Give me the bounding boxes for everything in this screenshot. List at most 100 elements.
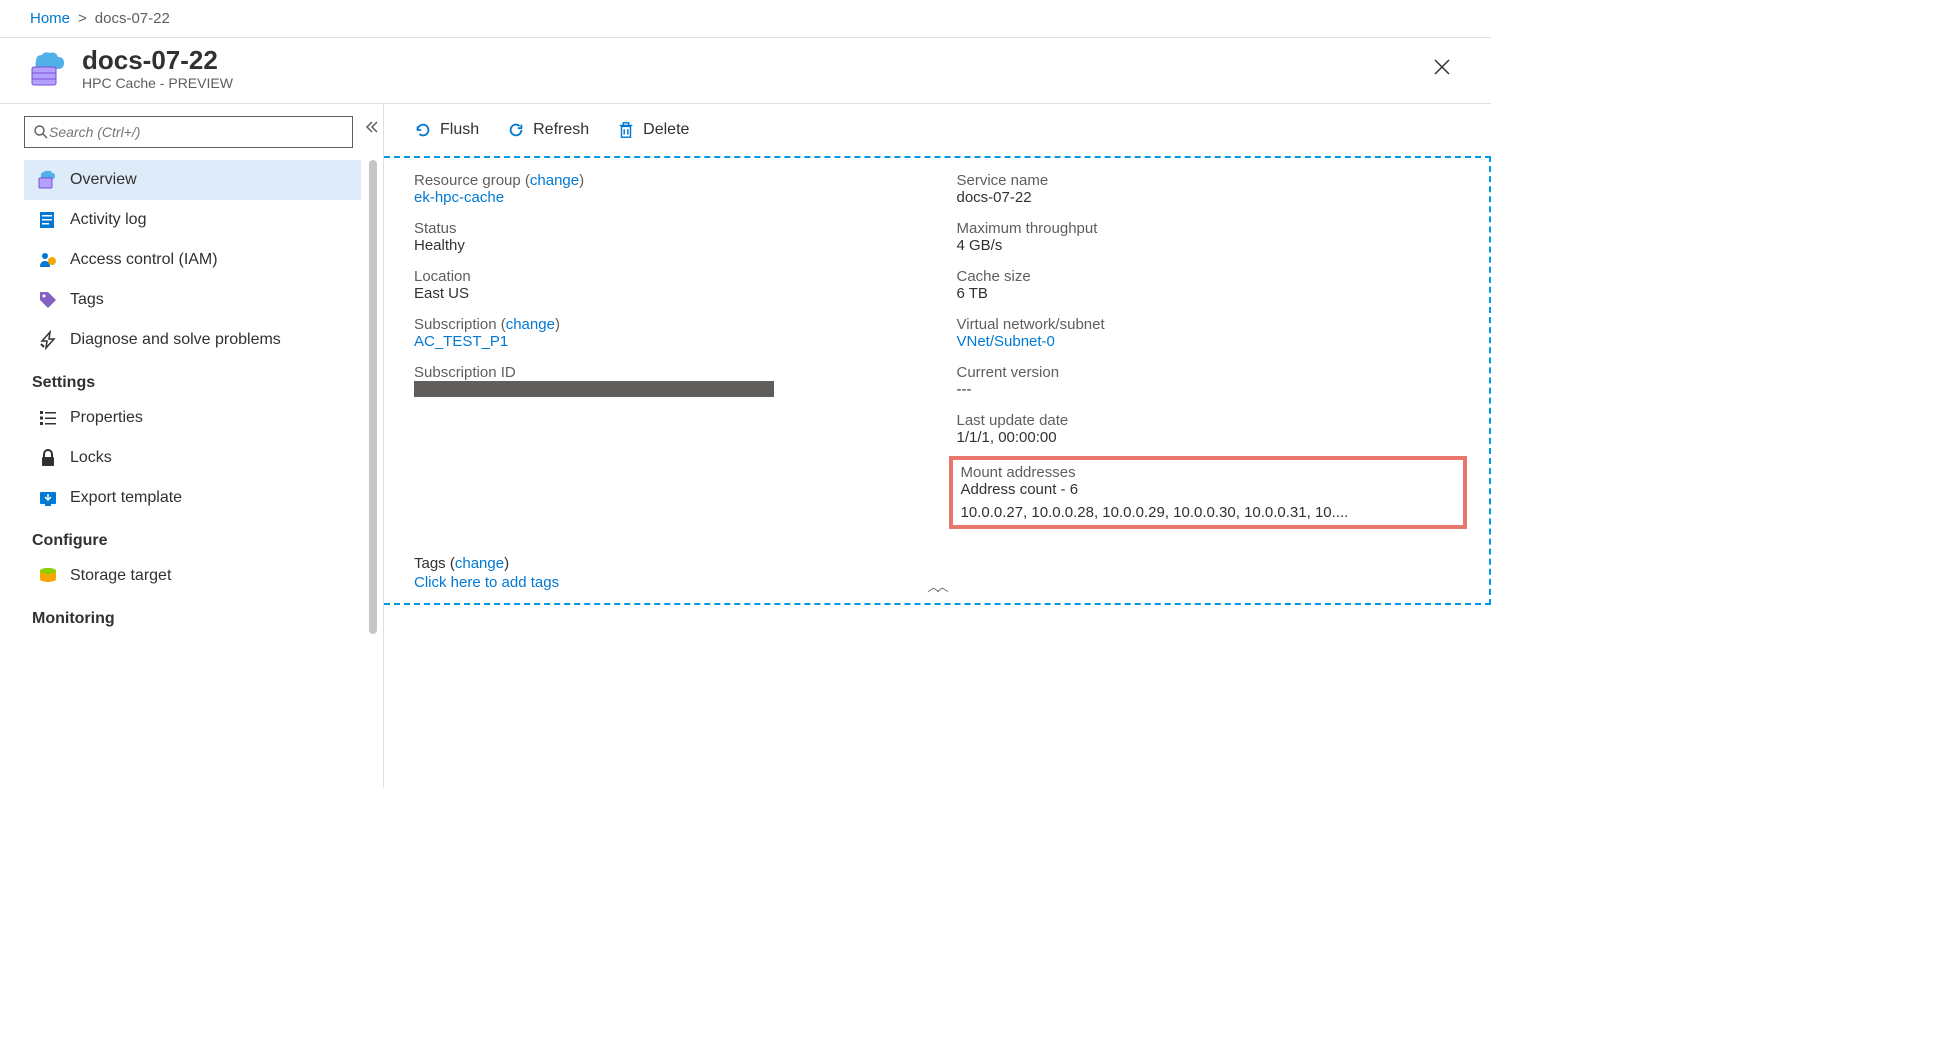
close-button[interactable] [1423,52,1461,86]
change-resource-group-link[interactable]: change [530,172,579,189]
breadcrumb-current: docs-07-22 [95,10,170,27]
label-text: Subscription ( [414,316,506,333]
page-title: docs-07-22 [82,46,233,75]
subscription-link[interactable]: AC_TEST_P1 [414,333,508,350]
nav-label: Tags [70,291,104,309]
nav-tags[interactable]: Tags [24,280,361,320]
breadcrumb-separator-icon: > [78,10,87,27]
export-template-icon [38,488,58,508]
tag-icon [38,290,58,310]
value-text: Healthy [414,237,917,254]
nav-overview[interactable]: Overview [24,160,361,200]
resource-group-link[interactable]: ek-hpc-cache [414,189,504,206]
nav-group-settings: Settings [24,360,377,398]
access-control-icon [38,250,58,270]
field-mount-addresses: Mount addresses Address count - 6 10.0.0… [949,456,1468,529]
flush-icon [414,121,432,139]
nav-label: Activity log [70,211,146,229]
nav-group-monitoring: Monitoring [24,596,377,634]
field-resource-group: Resource group (change) ek-hpc-cache [414,172,917,206]
refresh-icon [507,121,525,139]
change-tags-link[interactable]: change [455,555,504,572]
nav-properties[interactable]: Properties [24,398,361,438]
value-text: 1/1/1, 00:00:00 [957,429,1460,446]
button-label: Refresh [533,121,589,139]
refresh-button[interactable]: Refresh [507,121,589,139]
field-location: Location East US [414,268,917,302]
breadcrumb: Home > docs-07-22 [0,0,1491,38]
resource-header: docs-07-22 HPC Cache - PREVIEW [0,38,1491,104]
close-icon [1433,58,1451,76]
subscription-id-redacted [414,381,774,397]
value-text: 6 TB [957,285,1460,302]
label-text: Status [414,220,917,237]
label-text: Current version [957,364,1460,381]
search-icon [33,124,49,140]
field-vnet: Virtual network/subnet VNet/Subnet-0 [957,316,1460,350]
label-text: Resource group ( [414,172,530,189]
label-text: Last update date [957,412,1460,429]
nav-label: Export template [70,489,182,507]
label-text: Cache size [957,268,1460,285]
search-input-wrapper[interactable] [24,116,353,148]
field-service-name: Service name docs-07-22 [957,172,1460,206]
field-subscription-id: Subscription ID [414,364,917,401]
nav-storage-target[interactable]: Storage target [24,556,361,596]
field-status: Status Healthy [414,220,917,254]
value-text: docs-07-22 [957,189,1460,206]
search-input[interactable] [49,124,344,140]
nav-group-configure: Configure [24,518,377,556]
nav-activity-log[interactable]: Activity log [24,200,361,240]
essentials-panel: Resource group (change) ek-hpc-cache Sta… [384,156,1491,605]
nav-diagnose[interactable]: Diagnose and solve problems [24,320,361,360]
nav-locks[interactable]: Locks [24,438,361,478]
label-text: Tags ( [414,555,455,572]
chevron-double-left-icon [365,120,379,134]
nav-label: Storage target [70,567,171,585]
activity-log-icon [38,210,58,230]
command-bar: Flush Refresh Delete [384,104,1491,156]
label-text: Location [414,268,917,285]
lock-icon [38,448,58,468]
vnet-link[interactable]: VNet/Subnet-0 [957,333,1055,350]
field-cache-size: Cache size 6 TB [957,268,1460,302]
change-subscription-link[interactable]: change [506,316,555,333]
storage-target-icon [38,566,58,586]
hpc-cache-icon [30,51,66,87]
mount-address-count: Address count - 6 [961,481,1456,498]
chevron-double-up-icon: ︿︿ [927,580,945,594]
flush-button[interactable]: Flush [414,121,479,139]
field-max-throughput: Maximum throughput 4 GB/s [957,220,1460,254]
hpc-cache-icon [38,170,58,190]
nav-label: Overview [70,171,137,189]
button-label: Delete [643,121,689,139]
properties-icon [38,408,58,428]
field-current-version: Current version --- [957,364,1460,398]
field-last-update: Last update date 1/1/1, 00:00:00 [957,412,1460,446]
content-pane: Flush Refresh Delete Resource group (cha… [383,104,1491,788]
nav-access-control[interactable]: Access control (IAM) [24,240,361,280]
button-label: Flush [440,121,479,139]
mount-address-list: 10.0.0.27, 10.0.0.28, 10.0.0.29, 10.0.0.… [961,504,1456,521]
breadcrumb-home[interactable]: Home [30,10,70,27]
field-subscription: Subscription (change) AC_TEST_P1 [414,316,917,350]
label-text: Subscription ID [414,364,917,381]
nav-label: Properties [70,409,143,427]
page-subtitle: HPC Cache - PREVIEW [82,75,233,91]
nav-export-template[interactable]: Export template [24,478,361,518]
value-text: --- [957,381,1460,398]
collapse-sidebar-button[interactable] [365,120,379,137]
label-text: Maximum throughput [957,220,1460,237]
label-text: Mount addresses [961,464,1456,481]
value-text: East US [414,285,917,302]
diagnose-icon [38,330,58,350]
value-text: 4 GB/s [957,237,1460,254]
delete-icon [617,121,635,139]
sidebar: Overview Activity log Access control (IA… [0,104,383,788]
delete-button[interactable]: Delete [617,121,689,139]
label-text: Virtual network/subnet [957,316,1460,333]
nav-label: Locks [70,449,112,467]
nav-label: Diagnose and solve problems [70,331,281,349]
label-text: Service name [957,172,1460,189]
collapse-essentials-button[interactable]: ︿︿ [927,578,945,595]
